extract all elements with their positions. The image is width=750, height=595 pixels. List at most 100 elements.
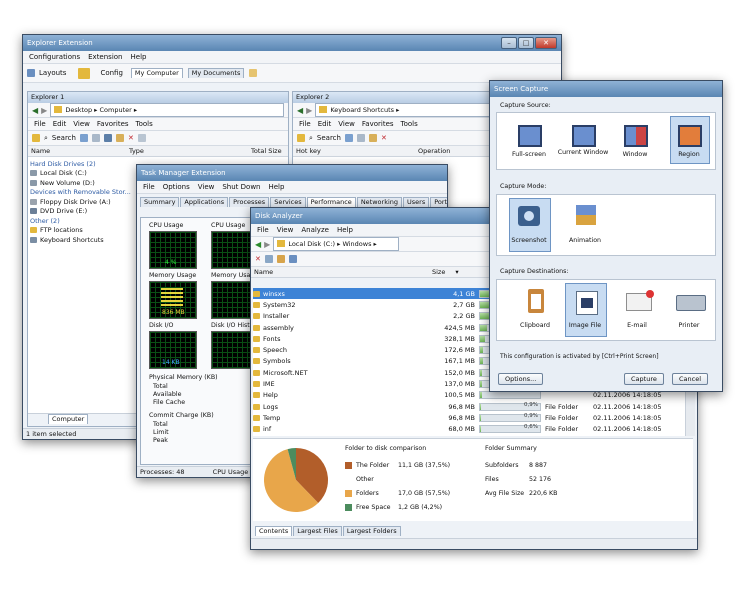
forward-icon[interactable]: ▶ — [264, 240, 270, 249]
tab-ports[interactable]: Ports — [430, 197, 447, 207]
cut-icon[interactable] — [103, 134, 112, 142]
copy-icon[interactable] — [91, 134, 100, 142]
source-full-screen[interactable] — [513, 118, 547, 152]
forward-icon[interactable]: ▶ — [41, 106, 47, 115]
task-manager-title: Task Manager Extension — [141, 169, 226, 177]
tab-applications[interactable]: Applications — [180, 197, 229, 207]
task-manager-title-bar[interactable]: Task Manager Extension — [137, 165, 447, 181]
dest-clipboard[interactable] — [519, 286, 553, 320]
pane-1-navbar: ◀ ▶ Desktop ▸ Computer ▸ — [28, 103, 288, 118]
back-icon[interactable]: ◀ — [32, 106, 38, 115]
tab-largest-folders[interactable]: Largest Folders — [342, 526, 401, 536]
explorer-title-bar[interactable]: Explorer Extension – □ ✕ — [23, 35, 561, 51]
add-tab-icon[interactable] — [249, 69, 258, 77]
tab-contents[interactable]: Contents — [255, 526, 293, 536]
pane-1-menu-view[interactable]: View — [73, 120, 90, 128]
tab-summary[interactable]: Summary — [140, 197, 180, 207]
search-icon[interactable]: ⌕ — [44, 134, 48, 143]
pane-1-menu-file[interactable]: File — [34, 120, 46, 128]
delete-icon[interactable]: ✕ — [381, 134, 387, 142]
close-icon[interactable]: ✕ — [535, 37, 557, 49]
disk-analyzer-address-bar[interactable]: Local Disk (C:) ▸ Windows ▸ — [273, 237, 400, 251]
da-menu-view[interactable]: View — [277, 226, 294, 234]
pane-2-menu-file[interactable]: File — [299, 120, 311, 128]
chart-icon[interactable] — [288, 255, 297, 263]
paste-icon[interactable] — [115, 134, 124, 142]
forward-icon[interactable]: ▶ — [306, 106, 312, 115]
table-row[interactable]: inf 68,0 MB 0,6% File Folder 02.11.2006 14:1… — [253, 424, 685, 435]
capture-button[interactable]: Capture — [624, 373, 664, 385]
tm-menu-options[interactable]: Options — [163, 183, 190, 191]
folder-icon[interactable] — [78, 67, 91, 79]
pane-2-menu-view[interactable]: View — [338, 120, 355, 128]
da-menu-analyze[interactable]: Analyze — [301, 226, 329, 234]
views-icon[interactable] — [79, 134, 88, 142]
row-date: 02.11.2006 14:18:05 — [593, 391, 662, 400]
tab-computer[interactable]: Computer — [48, 414, 89, 424]
col-type[interactable]: Type — [126, 147, 248, 155]
tm-menu-help[interactable]: Help — [268, 183, 284, 191]
col-name[interactable]: Name — [28, 147, 126, 155]
source-current-window[interactable] — [567, 118, 601, 152]
folders-icon[interactable] — [297, 134, 305, 142]
sort-icon[interactable]: ▾ — [452, 268, 461, 276]
folders-icon[interactable] — [32, 134, 40, 142]
tab-my-computer[interactable]: My Computer — [130, 68, 183, 78]
menu-help[interactable]: Help — [131, 53, 147, 61]
tab-my-documents[interactable]: My Documents — [187, 68, 245, 78]
pane-2-menu-tools[interactable]: Tools — [401, 120, 418, 128]
pane-2-menu-favorites[interactable]: Favorites — [362, 120, 394, 128]
tab-users[interactable]: Users — [403, 197, 430, 207]
col-size[interactable]: Size — [429, 268, 448, 276]
source-window[interactable] — [619, 118, 653, 152]
menu-configurations[interactable]: Configurations — [29, 53, 80, 61]
copy-icon[interactable] — [356, 134, 365, 142]
config-button[interactable]: Config — [100, 69, 122, 77]
tm-menu-shut-down[interactable]: Shut Down — [222, 183, 260, 191]
delete-icon[interactable]: ✕ — [255, 255, 261, 263]
search-icon[interactable]: ⌕ — [309, 134, 313, 143]
layouts-button[interactable]: Layouts — [39, 69, 66, 77]
minimize-icon[interactable]: – — [501, 37, 517, 49]
users-icon[interactable] — [276, 255, 285, 263]
views-icon[interactable] — [344, 134, 353, 142]
paste-icon[interactable] — [368, 134, 377, 142]
col-operation[interactable]: Operation — [415, 147, 453, 155]
pane-1-address-bar[interactable]: Desktop ▸ Computer ▸ — [50, 103, 284, 117]
cancel-button[interactable]: Cancel — [672, 373, 709, 385]
da-menu-file[interactable]: File — [257, 226, 269, 234]
pane-2-search-button[interactable]: Search — [317, 134, 341, 142]
tab-largest-files[interactable]: Largest Files — [293, 526, 342, 536]
col-name[interactable]: Name — [251, 268, 429, 276]
screen-capture-title-bar[interactable]: Screen Capture — [490, 81, 722, 97]
maximize-icon[interactable]: □ — [518, 37, 534, 49]
da-menu-help[interactable]: Help — [337, 226, 353, 234]
row-size: 2,2 GB — [453, 312, 475, 321]
col-total-size[interactable]: Total Size — [248, 147, 285, 155]
menu-extension[interactable]: Extension — [88, 53, 122, 61]
dest-email[interactable] — [621, 286, 655, 320]
table-row[interactable]: Logs 96,8 MB 0,9% File Folder 02.11.2006 14:… — [253, 401, 685, 412]
tm-menu-view[interactable]: View — [198, 183, 215, 191]
pane-1-menu-favorites[interactable]: Favorites — [97, 120, 129, 128]
tab-networking[interactable]: Networking — [356, 197, 403, 207]
mode-animation[interactable] — [569, 200, 603, 234]
table-row[interactable]: Temp 96,8 MB 0,9% File Folder 02.11.2006 14:… — [253, 412, 685, 423]
refresh-icon[interactable] — [264, 255, 273, 263]
tm-menu-file[interactable]: File — [143, 183, 155, 191]
properties-icon[interactable] — [137, 134, 146, 142]
pane-1-search-button[interactable]: Search — [52, 134, 76, 142]
tab-services[interactable]: Services — [270, 197, 306, 207]
col-hot-key[interactable]: Hot key — [293, 147, 415, 155]
pane-1-menu-edit[interactable]: Edit — [53, 120, 67, 128]
dest-printer[interactable] — [673, 286, 707, 320]
tab-processes[interactable]: Processes — [229, 197, 270, 207]
options-button[interactable]: Options... — [498, 373, 544, 385]
pane-2-menu-edit[interactable]: Edit — [318, 120, 332, 128]
tab-performance[interactable]: Performance — [306, 197, 356, 207]
back-icon[interactable]: ◀ — [255, 240, 261, 249]
back-icon[interactable]: ◀ — [297, 106, 303, 115]
pane-1-menu-tools[interactable]: Tools — [136, 120, 153, 128]
delete-icon[interactable]: ✕ — [128, 134, 134, 142]
row-size: 424,5 MB — [444, 323, 475, 332]
